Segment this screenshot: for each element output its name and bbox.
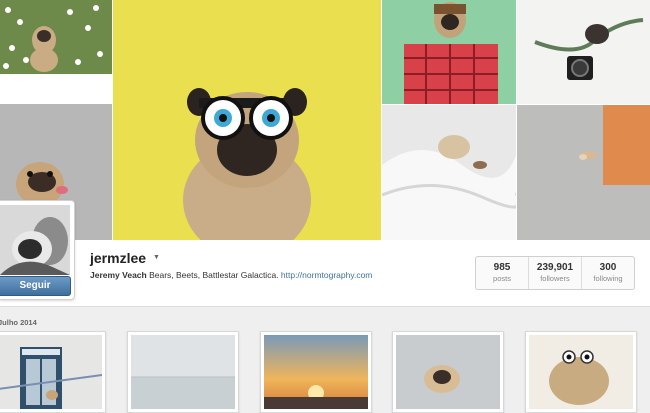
profile-full-name: Jeremy Veach — [90, 270, 147, 280]
feed-photo-phone-booth[interactable] — [0, 331, 106, 413]
mosaic-photo-pug-goggles[interactable] — [113, 0, 381, 240]
photo-mosaic — [0, 0, 650, 240]
follow-button[interactable]: Seguir — [0, 276, 71, 296]
mosaic-photo-pug-bed[interactable] — [382, 105, 516, 240]
avatar[interactable] — [0, 205, 70, 275]
stat-followers-value: 239,901 — [536, 262, 574, 273]
caret-down-icon[interactable]: ▼ — [153, 254, 160, 261]
profile-website-link[interactable]: http://normtography.com — [281, 270, 373, 280]
feed-photo-pug-snow[interactable] — [392, 331, 504, 413]
stat-followers-label: followers — [540, 274, 570, 283]
mosaic-photo-plaid-shirt[interactable] — [382, 0, 516, 104]
stat-posts-label: posts — [493, 274, 511, 283]
profile-bio-text: Bears, Beets, Battlestar Galactica. — [146, 270, 281, 280]
feed-photo-sea-mist[interactable] — [127, 331, 239, 413]
stat-following-label: following — [593, 274, 623, 283]
stat-following-value: 300 — [599, 262, 617, 273]
stat-following[interactable]: 300 following — [582, 257, 634, 289]
stat-posts[interactable]: 985 posts — [476, 257, 529, 289]
mosaic-photo-pug-camera[interactable] — [517, 0, 650, 104]
stat-followers[interactable]: 239,901 followers — [529, 257, 582, 289]
feed-month-label: Julho 2014 — [0, 318, 37, 327]
profile-username[interactable]: jermzlee — [90, 250, 146, 266]
feed-photo-sunset[interactable] — [260, 331, 372, 413]
profile-bio: Jeremy Veach Bears, Beets, Battlestar Ga… — [90, 270, 372, 280]
stat-posts-value: 985 — [493, 262, 511, 273]
mosaic-photo-pug-daisies[interactable] — [0, 0, 112, 74]
mosaic-photo-pug-floor[interactable] — [517, 105, 650, 240]
feed-photo-plush-toy[interactable] — [525, 331, 637, 413]
profile-stats: 985 posts 239,901 followers 300 followin… — [475, 256, 635, 290]
